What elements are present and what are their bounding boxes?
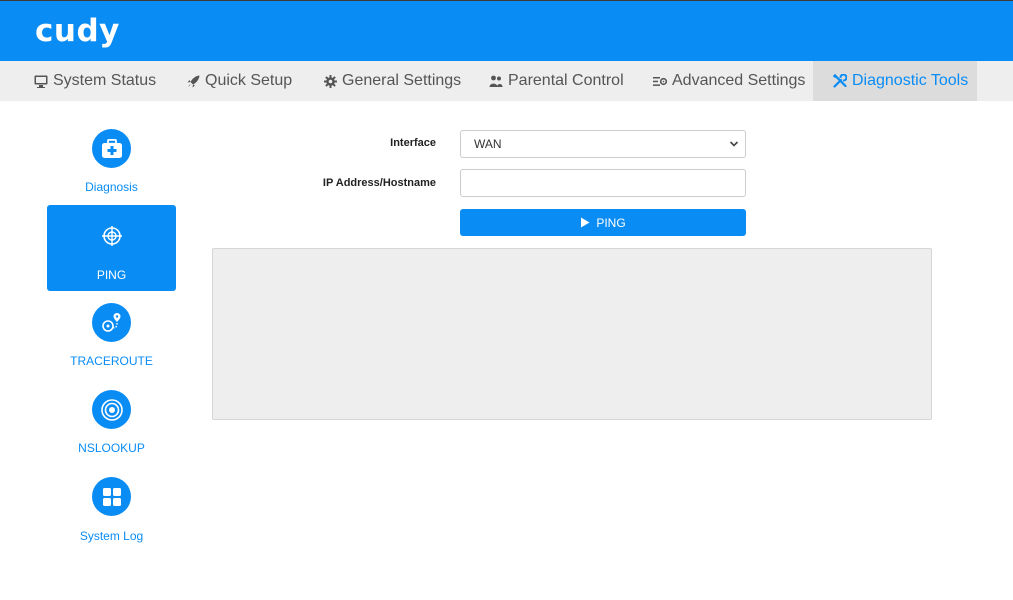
sidebar-icon-circle: [92, 216, 131, 255]
list-gear-icon: [653, 76, 667, 86]
tab-advanced-settings[interactable]: Advanced Settings: [653, 61, 805, 101]
interface-select[interactable]: WAN: [460, 130, 746, 158]
host-label: IP Address/Hostname: [322, 177, 436, 189]
header-bar: cudy: [0, 0, 1013, 61]
tab-system-status[interactable]: System Status: [34, 61, 156, 101]
host-input[interactable]: [460, 169, 746, 197]
tab-label: System Status: [53, 72, 157, 89]
sidebar-item-nslookup[interactable]: NSLOOKUP: [47, 390, 176, 476]
monitor-icon: [34, 75, 48, 88]
sidebar-item-label: Diagnosis: [85, 180, 138, 194]
crosshair-globe-icon: [101, 225, 122, 246]
main-nav: System Status Quick Setup General Settin…: [0, 61, 1013, 101]
sidebar-icon-circle: [92, 303, 131, 342]
play-icon: [581, 217, 590, 228]
medkit-icon: [101, 138, 122, 158]
gear-icon: [324, 74, 337, 88]
sidebar-icon-circle: [92, 477, 131, 516]
users-icon: [489, 75, 503, 87]
sidebar-item-label: NSLOOKUP: [78, 441, 145, 455]
radar-icon: [100, 398, 123, 421]
sidebar-item-system-log[interactable]: System Log: [47, 477, 176, 563]
cudy-logo[interactable]: cudy: [35, 13, 120, 49]
tab-label: General Settings: [342, 72, 462, 89]
tab-quick-setup[interactable]: Quick Setup: [187, 61, 292, 101]
tab-label: Quick Setup: [205, 72, 293, 89]
interface-select-value: WAN: [474, 137, 502, 151]
sidebar-item-label: System Log: [79, 529, 144, 543]
interface-label: Interface: [390, 137, 436, 149]
sidebar-item-ping[interactable]: PING: [47, 205, 176, 291]
tab-general-settings[interactable]: General Settings: [324, 61, 461, 101]
tab-label: Diagnostic Tools: [852, 72, 969, 89]
chevron-down-icon: [729, 141, 739, 147]
sidebar-item-label: PING: [96, 268, 127, 282]
ping-button-label: PING: [596, 215, 626, 230]
route-icon: [101, 312, 120, 332]
sidebar-item-diagnosis[interactable]: Diagnosis: [47, 129, 176, 215]
sidebar-item-traceroute[interactable]: TRACEROUTE: [47, 303, 176, 389]
tab-label: Advanced Settings: [672, 72, 806, 89]
tools-icon: [833, 74, 847, 88]
tab-parental-control[interactable]: Parental Control: [489, 61, 624, 101]
sidebar-item-label: TRACEROUTE: [70, 354, 153, 368]
sidebar-icon-circle: [92, 390, 131, 429]
tab-diagnostic-tools[interactable]: Diagnostic Tools: [813, 61, 977, 101]
rocket-icon: [187, 75, 200, 87]
grid-icon: [102, 487, 121, 506]
tab-label: Parental Control: [508, 72, 624, 89]
ping-output-area[interactable]: [212, 248, 932, 420]
sidebar-icon-circle: [92, 129, 131, 168]
ping-button[interactable]: PING: [460, 209, 746, 236]
